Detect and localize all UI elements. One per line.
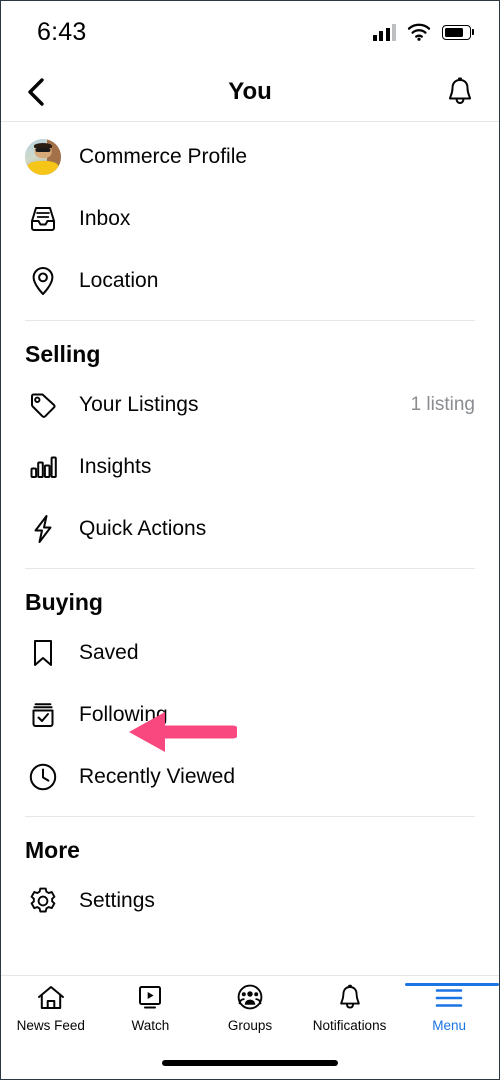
menu-item-label: Location xyxy=(79,269,159,292)
menu-item-label: Commerce Profile xyxy=(79,145,248,168)
menu-item-quick-actions[interactable]: Quick Actions xyxy=(1,498,499,560)
bell-icon xyxy=(335,984,365,1012)
menu-item-settings[interactable]: Settings xyxy=(1,870,499,932)
cellular-signal-icon xyxy=(372,24,396,41)
menu-item-label: Saved xyxy=(79,641,139,664)
phone-screen: 6:43 You Commerce Profile Inbox Location… xyxy=(0,0,500,1080)
menu-item-label: Following xyxy=(79,703,168,726)
wifi-icon xyxy=(407,23,431,41)
back-chevron-icon xyxy=(25,77,47,107)
menu-item-insights[interactable]: Insights xyxy=(1,436,499,498)
menu-item-recently-viewed[interactable]: Recently Viewed xyxy=(1,746,499,808)
hamburger-menu-icon xyxy=(434,984,464,1012)
menu-item-label: Recently Viewed xyxy=(79,765,236,788)
active-tab-indicator xyxy=(405,983,499,986)
lightning-bolt-icon xyxy=(25,513,61,545)
tab-label: News Feed xyxy=(16,1018,85,1033)
price-tag-icon xyxy=(25,389,61,421)
menu-item-label: Your Listings xyxy=(79,393,199,416)
section-title-more: More xyxy=(25,837,80,863)
home-indicator[interactable] xyxy=(162,1060,338,1066)
page-header: You xyxy=(1,63,499,121)
menu-item-label: Quick Actions xyxy=(79,517,207,540)
menu-item-following[interactable]: Following xyxy=(1,684,499,746)
bar-chart-icon xyxy=(25,451,61,483)
watch-play-icon xyxy=(135,984,165,1012)
menu-item-location[interactable]: Location xyxy=(1,250,499,312)
menu-item-label: Settings xyxy=(79,889,155,912)
menu-item-inbox[interactable]: Inbox xyxy=(1,188,499,250)
listing-count: 1 listing xyxy=(410,394,475,415)
menu-item-your-listings[interactable]: Your Listings 1 listing xyxy=(1,374,499,436)
notifications-bell-icon xyxy=(445,76,475,108)
inbox-tray-icon xyxy=(25,203,61,235)
location-pin-icon xyxy=(25,265,61,297)
clock-icon xyxy=(25,761,61,793)
tab-label: Watch xyxy=(131,1018,170,1033)
home-icon xyxy=(36,984,66,1012)
status-icons xyxy=(372,23,471,41)
tab-menu[interactable]: Menu xyxy=(399,983,499,1033)
bottom-tab-bar: News Feed Watch Groups Notifications Men… xyxy=(1,975,499,1047)
tab-label: Menu xyxy=(432,1018,467,1033)
menu-item-label: Insights xyxy=(79,455,152,478)
battery-icon xyxy=(442,24,471,40)
tab-watch[interactable]: Watch xyxy=(101,984,201,1033)
menu-item-commerce-profile[interactable]: Commerce Profile xyxy=(1,126,499,188)
box-check-icon xyxy=(25,699,61,731)
tab-news-feed[interactable]: News Feed xyxy=(1,984,101,1033)
user-avatar xyxy=(25,139,61,175)
menu-list: Commerce Profile Inbox Location Selling … xyxy=(1,122,499,975)
tab-label: Notifications xyxy=(312,1018,387,1033)
tab-notifications[interactable]: Notifications xyxy=(300,984,400,1033)
section-title-buying: Buying xyxy=(25,589,103,615)
menu-item-saved[interactable]: Saved xyxy=(1,622,499,684)
home-indicator-area xyxy=(1,1047,499,1079)
tab-label: Groups xyxy=(227,1018,273,1033)
bookmark-icon xyxy=(25,637,61,669)
groups-people-icon xyxy=(235,984,265,1012)
tab-groups[interactable]: Groups xyxy=(200,984,300,1033)
status-bar: 6:43 xyxy=(1,1,499,63)
status-time: 6:43 xyxy=(37,17,87,46)
gear-icon xyxy=(25,885,61,917)
notifications-button[interactable] xyxy=(445,76,475,108)
menu-item-label: Inbox xyxy=(79,207,131,230)
section-title-selling: Selling xyxy=(25,341,101,367)
page-title: You xyxy=(228,78,272,105)
back-button[interactable] xyxy=(25,77,47,107)
